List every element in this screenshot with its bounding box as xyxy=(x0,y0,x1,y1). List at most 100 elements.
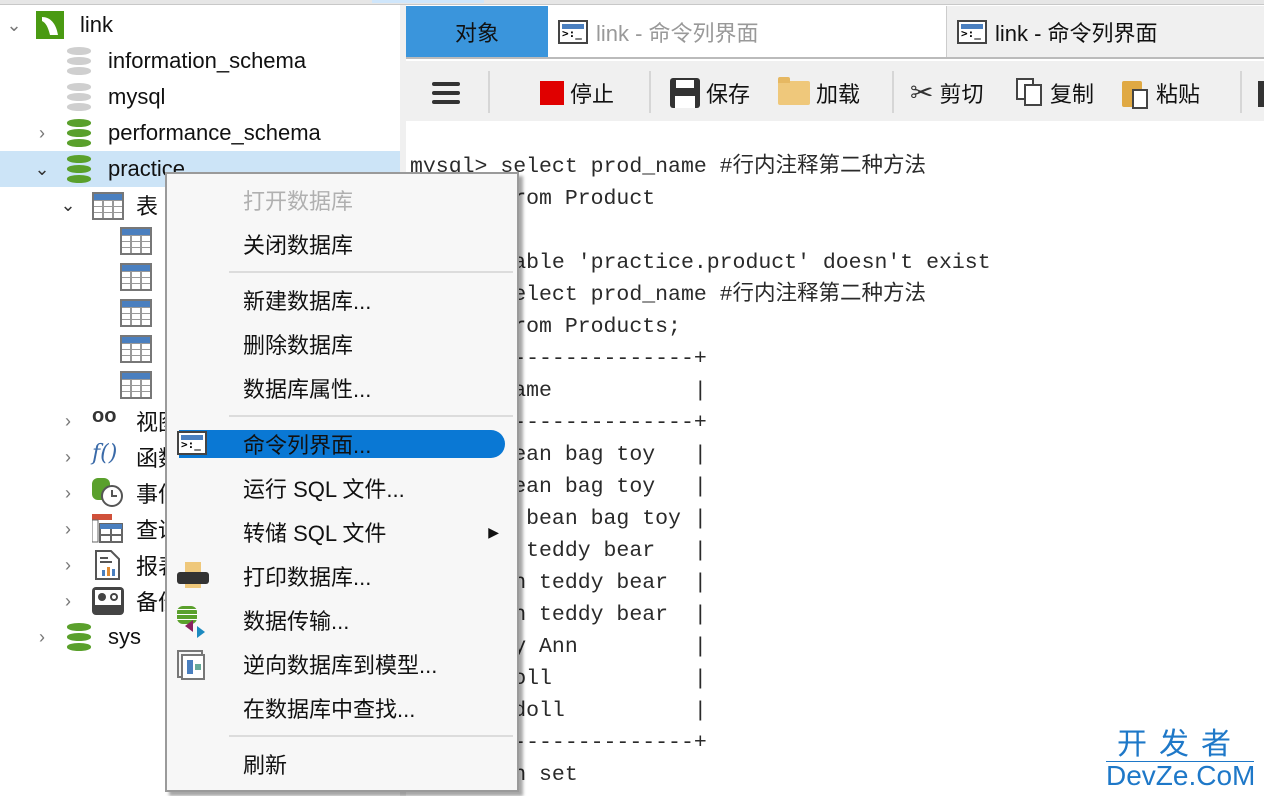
cut-label: 剪切 xyxy=(939,82,984,107)
menu-separator xyxy=(229,415,513,417)
scissors-icon: ✂ xyxy=(910,77,934,108)
menu-item-label: 数据传输... xyxy=(243,609,350,634)
toolbar: 停止 保存 加载 ✂ 剪切 复制 粘贴 xyxy=(406,61,1264,121)
table-icon xyxy=(120,263,152,291)
menu-item-label: 在数据库中查找... xyxy=(243,697,416,722)
database-open-icon xyxy=(66,119,94,147)
console-output[interactable]: mysql> select prod_name #行内注释第二种方法 -> fr… xyxy=(406,121,1264,796)
menu-separator xyxy=(229,271,513,273)
chevron-right-icon[interactable]: › xyxy=(58,519,78,540)
paste-button[interactable]: 粘贴 xyxy=(1122,75,1200,111)
stop-button[interactable]: 停止 xyxy=(540,75,614,111)
menu-item-label: 删除数据库 xyxy=(243,333,354,358)
menu-item-print-database[interactable]: 打印数据库... xyxy=(167,558,517,594)
chevron-down-icon[interactable]: ⌄ xyxy=(4,15,24,36)
toolbar-divider xyxy=(1240,71,1242,113)
save-button[interactable]: 保存 xyxy=(670,75,750,111)
tab-label: 对象 xyxy=(454,20,499,46)
tab-bar: 对象 link - 命令列界面 link - 命令列界面 xyxy=(406,6,1264,59)
tree-label: mysql xyxy=(108,84,166,109)
table-icon xyxy=(120,335,152,363)
save-label: 保存 xyxy=(706,82,751,107)
tab-command-line-2[interactable]: link - 命令列界面 xyxy=(946,6,1264,57)
tree-connection-link[interactable]: ⌄ link xyxy=(0,7,400,43)
menu-item-open-database[interactable]: 打开数据库 xyxy=(167,182,517,218)
tree-label: sys xyxy=(108,624,141,649)
menu-item-delete-database[interactable]: 删除数据库 xyxy=(167,326,517,362)
context-menu: 打开数据库 关闭数据库 新建数据库... 删除数据库 数据库属性... 命令列界… xyxy=(165,172,519,792)
stop-label: 停止 xyxy=(570,82,615,107)
chevron-right-icon[interactable]: › xyxy=(58,591,78,612)
menu-item-label: 逆向数据库到模型... xyxy=(243,653,438,678)
tree-db-performance-schema[interactable]: › performance_schema xyxy=(0,115,400,151)
watermark-en: DevZe.CoM xyxy=(1106,760,1256,791)
tab-command-line-1[interactable]: link - 命令列界面 xyxy=(548,6,946,57)
database-closed-icon xyxy=(66,47,94,75)
copy-button[interactable]: 复制 xyxy=(1016,75,1094,111)
paste-icon xyxy=(1122,77,1150,109)
menu-item-run-sql-file[interactable]: 运行 SQL 文件... xyxy=(167,470,517,506)
toolbar-divider xyxy=(649,71,651,113)
terminal-icon xyxy=(957,19,987,44)
chevron-down-icon[interactable]: ⌄ xyxy=(58,195,78,216)
function-icon: f() xyxy=(92,441,118,466)
load-label: 加载 xyxy=(816,82,861,107)
data-transfer-icon xyxy=(177,606,209,638)
menu-item-command-line[interactable]: 命令列界面... xyxy=(167,426,517,462)
menu-item-label: 运行 SQL 文件... xyxy=(243,477,405,502)
tab-objects[interactable]: 对象 xyxy=(406,6,548,57)
folder-icon xyxy=(778,77,810,105)
table-icon xyxy=(120,227,152,255)
terminal-icon xyxy=(177,431,207,455)
menu-item-refresh[interactable]: 刷新 xyxy=(167,746,517,782)
database-closed-icon xyxy=(66,83,94,111)
table-icon xyxy=(120,371,152,399)
chevron-right-icon[interactable]: › xyxy=(32,123,52,144)
menu-item-dump-sql-file[interactable]: 转储 SQL 文件 ▶ xyxy=(167,514,517,550)
load-button[interactable]: 加载 xyxy=(778,75,860,111)
menu-item-close-database[interactable]: 关闭数据库 xyxy=(167,226,517,262)
menu-item-label: 数据库属性... xyxy=(243,377,372,402)
chevron-right-icon[interactable]: › xyxy=(58,483,78,504)
menu-item-database-properties[interactable]: 数据库属性... xyxy=(167,370,517,406)
tree-db-mysql[interactable]: mysql xyxy=(0,79,400,115)
printer-icon xyxy=(177,562,209,590)
table-icon xyxy=(120,299,152,327)
paste-label: 粘贴 xyxy=(1156,82,1201,107)
menu-item-reverse-to-model[interactable]: 逆向数据库到模型... xyxy=(167,646,517,682)
menu-item-find-in-database[interactable]: 在数据库中查找... xyxy=(167,690,517,726)
chevron-right-icon[interactable]: › xyxy=(58,447,78,468)
top-strip-segment xyxy=(372,0,484,3)
report-icon xyxy=(94,550,122,580)
chevron-right-icon[interactable]: › xyxy=(58,411,78,432)
copy-label: 复制 xyxy=(1050,82,1095,107)
menu-item-data-transfer[interactable]: 数据传输... xyxy=(167,602,517,638)
chevron-right-icon[interactable]: › xyxy=(58,555,78,576)
mysql-connection-icon xyxy=(36,11,64,39)
chevron-right-icon[interactable]: › xyxy=(32,627,52,648)
tree-db-information-schema[interactable]: information_schema xyxy=(0,43,400,79)
menu-item-label: 刷新 xyxy=(243,753,288,778)
menu-item-label: 命令列界面... xyxy=(243,433,372,458)
chevron-down-icon[interactable]: ⌄ xyxy=(32,159,52,180)
tab-label: link - 命令列界面 xyxy=(596,20,759,46)
cut-button[interactable]: ✂ 剪切 xyxy=(910,75,983,111)
copy-icon xyxy=(1016,78,1044,108)
menu-button[interactable] xyxy=(432,75,460,111)
watermark: 开发者 DevZe.CoM xyxy=(1106,728,1256,791)
toolbar-overflow-icon[interactable] xyxy=(1258,81,1264,107)
menu-item-new-database[interactable]: 新建数据库... xyxy=(167,282,517,318)
query-icon xyxy=(91,514,123,543)
table-folder-icon xyxy=(92,192,124,220)
database-open-icon xyxy=(66,623,94,651)
event-icon xyxy=(92,478,123,507)
watermark-cn: 开发者 xyxy=(1117,728,1243,761)
tab-label: link - 命令列界面 xyxy=(995,20,1158,46)
tree-label: link xyxy=(80,12,114,37)
stop-icon xyxy=(540,81,564,105)
tree-label: information_schema xyxy=(108,48,307,73)
menu-item-label: 新建数据库... xyxy=(243,289,372,314)
menu-item-label: 打开数据库 xyxy=(243,189,354,214)
toolbar-divider xyxy=(892,71,894,113)
submenu-arrow-icon: ▶ xyxy=(488,523,499,540)
